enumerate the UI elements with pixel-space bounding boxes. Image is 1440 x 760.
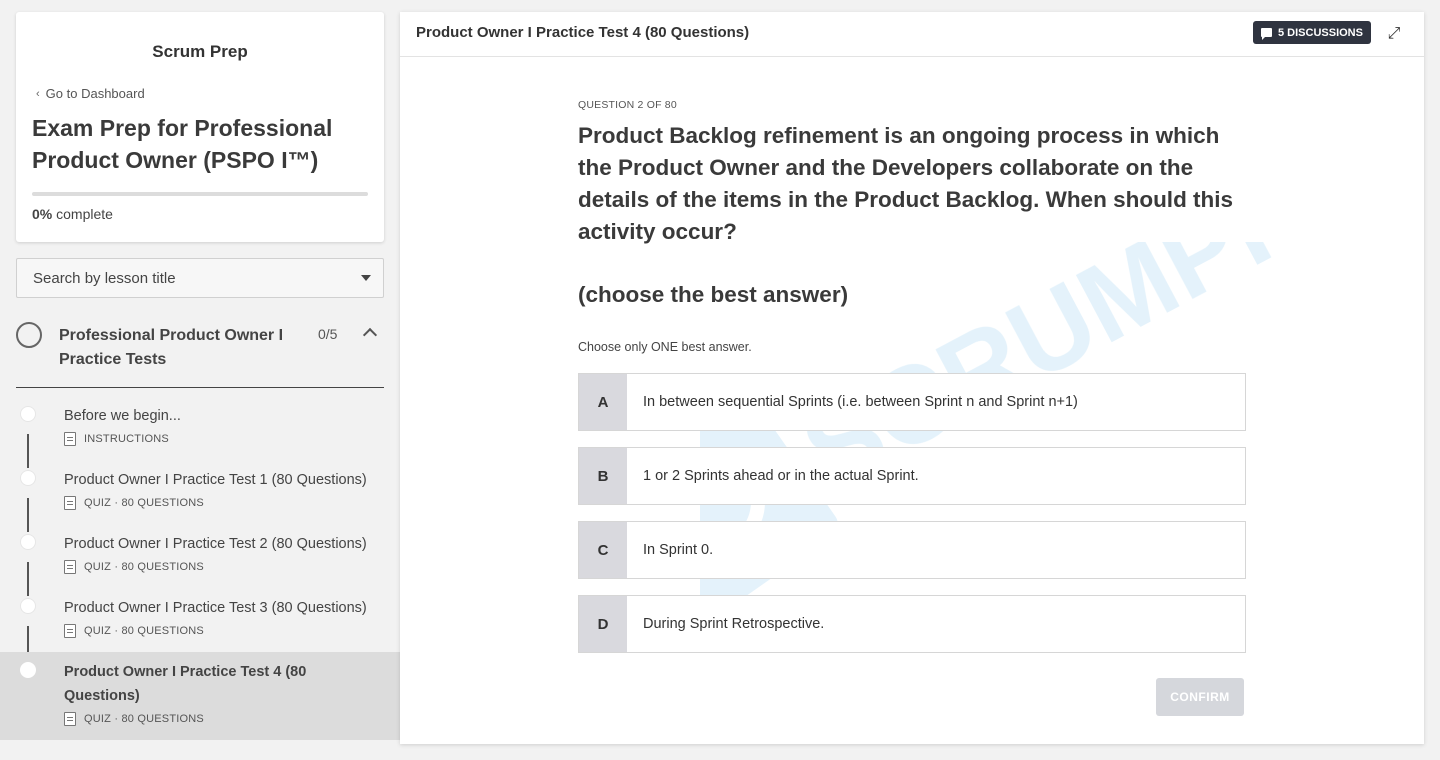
option-text: During Sprint Retrospective. [643,616,825,632]
expand-icon[interactable]: ⤢ [1385,25,1403,43]
lesson-meta-label: QUIZ · 80 QUESTIONS [84,561,204,573]
lesson-item[interactable]: Product Owner I Practice Test 2 (80 Ques… [0,528,400,584]
answer-option-b[interactable]: B 1 or 2 Sprints ahead or in the actual … [578,447,1246,505]
confirm-button[interactable]: CONFIRM [1156,678,1244,716]
lesson-item[interactable]: Before we begin... INSTRUCTIONS [0,400,400,456]
chat-icon [1261,28,1272,40]
caret-down-icon [361,275,371,281]
lesson-title: Product Owner I Practice Test 3 (80 Ques… [64,600,367,616]
lesson-status-dot-icon [20,598,36,614]
chapter-title: Professional Product Owner I Practice Te… [59,327,284,368]
lesson-meta-label: QUIZ · 80 QUESTIONS [84,713,204,725]
quiz-icon [64,560,76,574]
lesson-search-select[interactable]: Search by lesson title [16,258,384,298]
quiz-title: Product Owner I Practice Test 4 (80 Ques… [416,24,750,41]
progress-text: 0% complete [32,206,113,222]
lesson-status-dot-icon [20,406,36,422]
question-hint: (choose the best answer) [578,282,849,307]
question-counter: QUESTION 2 OF 80 [578,99,677,111]
search-select-label: Search by lesson title [33,269,176,287]
lesson-meta: QUIZ · 80 QUESTIONS [64,560,204,574]
progress-suffix: complete [52,206,113,222]
lesson-title: Before we begin... [64,408,181,424]
go-to-dashboard-link[interactable]: ‹ Go to Dashboard [36,86,145,101]
lesson-meta: QUIZ · 80 QUESTIONS [64,712,204,726]
quiz-topbar: Product Owner I Practice Test 4 (80 Ques… [400,12,1424,57]
option-letter: C [579,522,627,578]
option-text: 1 or 2 Sprints ahead or in the actual Sp… [643,468,919,484]
answer-option-d[interactable]: D During Sprint Retrospective. [578,595,1246,653]
discussions-button[interactable]: 5 DISCUSSIONS [1253,21,1371,44]
answer-option-a[interactable]: A In between sequential Sprints (i.e. be… [578,373,1246,431]
school-name[interactable]: Scrum Prep [16,42,384,62]
lesson-status-dot-icon [20,470,36,486]
lesson-meta-label: QUIZ · 80 QUESTIONS [84,497,204,509]
sidebar: Scrum Prep ‹ Go to Dashboard Exam Prep f… [0,0,400,760]
lesson-meta: QUIZ · 80 QUESTIONS [64,624,204,638]
lesson-status-dot-icon [20,534,36,550]
progress-value: 0% [32,206,53,222]
option-letter: A [579,374,627,430]
chapter-count: 0/5 [318,326,338,342]
chapter-header[interactable]: Professional Product Owner I Practice Te… [16,318,384,388]
chapter-status-circle-icon [16,322,42,348]
lesson-item[interactable]: Product Owner I Practice Test 3 (80 Ques… [0,592,400,648]
quiz-icon [64,496,76,510]
question-instruction: Choose only ONE best answer. [578,340,752,354]
course-title: Exam Prep for Professional Product Owner… [32,115,333,173]
lesson-meta: INSTRUCTIONS [64,432,169,446]
option-text: In Sprint 0. [643,542,714,558]
quiz-panel: SCRUMPREP Product Owner I Practice Test … [400,12,1424,744]
option-letter: D [579,596,627,652]
quiz-icon [64,712,76,726]
progress-bar [32,192,368,196]
lesson-meta-label: QUIZ · 80 QUESTIONS [84,625,204,637]
lesson-title: Product Owner I Practice Test 2 (80 Ques… [64,536,367,552]
lesson-item-active[interactable]: Product Owner I Practice Test 4 (80 Ques… [0,652,400,740]
course-card: Scrum Prep ‹ Go to Dashboard Exam Prep f… [16,12,384,242]
lesson-meta: QUIZ · 80 QUESTIONS [64,496,204,510]
lesson-item[interactable]: Product Owner I Practice Test 1 (80 Ques… [0,464,400,520]
lesson-title: Product Owner I Practice Test 1 (80 Ques… [64,472,367,488]
question-text: Product Backlog refinement is an ongoing… [578,123,1234,244]
back-link-label: Go to Dashboard [45,86,145,101]
option-letter: B [579,448,627,504]
lesson-meta-label: INSTRUCTIONS [84,433,169,445]
quiz-icon [64,624,76,638]
chevron-left-icon: ‹ [36,87,40,100]
lesson-title: Product Owner I Practice Test 4 (80 Ques… [64,664,307,704]
discussions-label: 5 DISCUSSIONS [1278,26,1363,39]
option-text: In between sequential Sprints (i.e. betw… [643,394,1078,410]
lesson-status-dot-icon [20,662,36,678]
answer-option-c[interactable]: C In Sprint 0. [578,521,1246,579]
chevron-up-icon[interactable] [362,327,378,343]
document-icon [64,432,76,446]
